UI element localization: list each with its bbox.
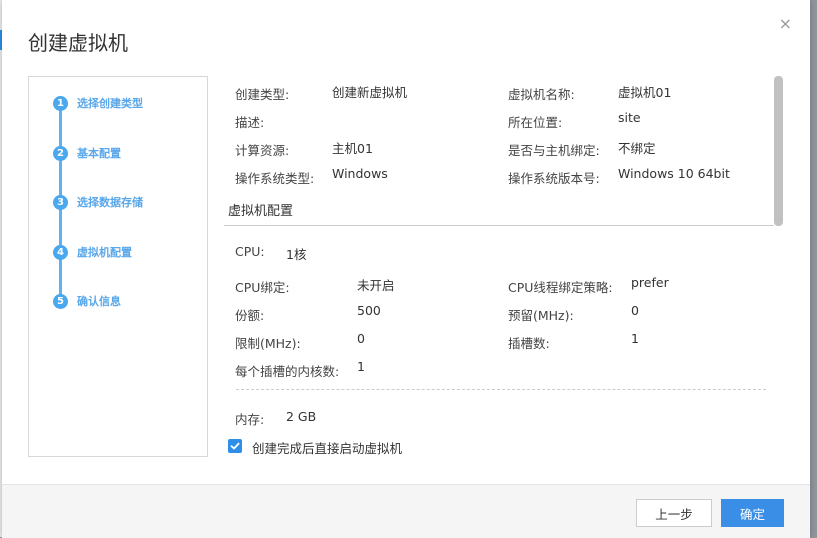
dialog-title: 创建虚拟机 xyxy=(28,31,128,55)
vm-config-section-title: 虚拟机配置 xyxy=(228,204,294,219)
step-vm-config[interactable]: 4 虚拟机配置 xyxy=(53,244,132,260)
description-label: 描述: xyxy=(235,115,265,130)
vm-name-label: 虚拟机名称: xyxy=(508,87,575,102)
wizard-steps: 1 选择创建类型 2 基本配置 3 选择数据存储 4 虚拟机配置 5 确认信息 xyxy=(28,76,208,457)
share-label: 份额: xyxy=(235,308,265,323)
step-number: 3 xyxy=(53,194,68,210)
scrollbar-thumb[interactable] xyxy=(774,76,783,226)
create-type-label: 创建类型: xyxy=(235,87,290,102)
compute-resource-value: 主机01 xyxy=(332,141,373,156)
os-type-value: Windows xyxy=(332,166,388,181)
create-vm-dialog: 创建虚拟机 × 1 选择创建类型 2 基本配置 3 选择数据存储 4 虚拟机配置… xyxy=(2,0,810,538)
step-label: 选择创建类型 xyxy=(77,97,143,110)
cpu-thread-policy-value: prefer xyxy=(631,275,669,290)
cpu-value: 1核 xyxy=(286,247,307,262)
vm-name-value: 虚拟机01 xyxy=(618,85,672,100)
dialog-footer: 上一步 确定 xyxy=(2,484,810,538)
step-label: 基本配置 xyxy=(77,147,121,160)
os-type-label: 操作系统类型: xyxy=(235,171,315,186)
close-icon[interactable]: × xyxy=(779,14,792,33)
create-type-value: 创建新虚拟机 xyxy=(332,85,408,100)
share-value: 500 xyxy=(357,303,381,318)
compute-resource-label: 计算资源: xyxy=(235,143,290,158)
step-confirm[interactable]: 5 确认信息 xyxy=(53,293,121,309)
section-divider xyxy=(224,225,774,226)
cpu-thread-policy-label: CPU线程绑定策略: xyxy=(508,280,613,295)
step-label: 确认信息 xyxy=(77,295,121,308)
step-number: 2 xyxy=(53,145,68,161)
cpu-bind-label: CPU绑定: xyxy=(235,280,290,295)
checkmark-icon xyxy=(230,442,240,450)
step-number: 1 xyxy=(53,95,68,111)
previous-button[interactable]: 上一步 xyxy=(636,499,712,527)
step-label: 虚拟机配置 xyxy=(77,246,132,259)
step-label: 选择数据存储 xyxy=(77,196,143,209)
reserve-label: 预留(MHz): xyxy=(508,308,574,323)
step-number: 5 xyxy=(53,293,68,309)
cores-per-slot-value: 1 xyxy=(357,359,365,374)
cpu-label: CPU: xyxy=(235,244,265,259)
location-value: site xyxy=(618,110,641,125)
step-number: 4 xyxy=(53,244,68,260)
dashed-divider xyxy=(236,389,766,390)
start-after-create-checkbox[interactable] xyxy=(228,439,242,453)
slots-label: 插槽数: xyxy=(508,336,550,351)
slots-value: 1 xyxy=(631,331,639,346)
memory-value: 2 GB xyxy=(286,409,317,424)
limit-value: 0 xyxy=(357,331,365,346)
step-select-datastore[interactable]: 3 选择数据存储 xyxy=(53,194,143,210)
confirm-button[interactable]: 确定 xyxy=(721,499,784,527)
bind-host-value: 不绑定 xyxy=(618,141,656,156)
limit-label: 限制(MHz): xyxy=(235,336,301,351)
os-version-label: 操作系统版本号: xyxy=(508,171,600,186)
bind-host-label: 是否与主机绑定: xyxy=(508,143,600,158)
reserve-value: 0 xyxy=(631,303,639,318)
cores-per-slot-label: 每个插槽的内核数: xyxy=(235,364,340,379)
os-version-value: Windows 10 64bit xyxy=(618,166,730,181)
step-select-create-type[interactable]: 1 选择创建类型 xyxy=(53,95,143,111)
memory-label: 内存: xyxy=(235,412,265,427)
location-label: 所在位置: xyxy=(508,115,563,130)
step-basic-config[interactable]: 2 基本配置 xyxy=(53,145,121,161)
cpu-bind-value: 未开启 xyxy=(357,278,395,293)
start-after-create-label[interactable]: 创建完成后直接启动虚拟机 xyxy=(252,438,402,457)
